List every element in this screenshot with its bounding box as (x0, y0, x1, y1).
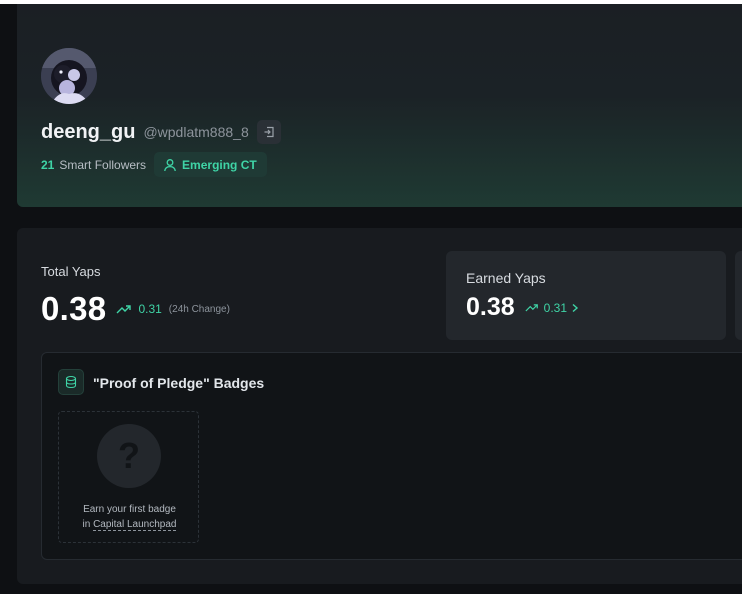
badges-header-icon-box (58, 369, 84, 395)
tier-badge-label: Emerging CT (182, 157, 257, 172)
total-yaps-label: Total Yaps (41, 264, 101, 279)
total-yaps-change: 0.31 (138, 302, 162, 316)
badges-panel: "Proof of Pledge" Badges ? Earn your fir… (41, 352, 742, 560)
coin-stack-icon (65, 375, 77, 389)
user-handle[interactable]: @wpdlatm888_8 (143, 124, 248, 140)
earned-yaps-value: 0.38 (466, 293, 515, 321)
sign-in-button[interactable] (256, 120, 281, 144)
trending-up-icon (525, 304, 538, 312)
empty-badge-slot: ? Earn your first badge in Capital Launc… (58, 411, 199, 543)
yaps-card: Total Yaps 0.38 0.31 (24h Change) Earned… (17, 228, 742, 584)
capital-launchpad-link[interactable]: Capital Launchpad (93, 519, 177, 531)
earned-yaps-row: 0.38 0.31 (466, 293, 579, 322)
empty-badge-prefix: in (82, 519, 91, 530)
badges-title: "Proof of Pledge" Badges (93, 375, 265, 391)
smart-followers-label[interactable]: Smart Followers (59, 158, 146, 172)
total-yaps-value: 0.38 (41, 290, 107, 327)
smart-followers-count[interactable]: 21 (41, 158, 54, 172)
next-stat-card[interactable] (735, 251, 742, 340)
user-icon (164, 158, 176, 171)
empty-badge-line2: in Capital Launchpad (59, 517, 200, 532)
name-row: deeng_gu @wpdlatm888_8 (41, 120, 281, 144)
trending-up-icon (116, 305, 132, 314)
page: deeng_gu @wpdlatm888_8 21 Smart Follower… (0, 0, 742, 594)
total-yaps-change-note: (24h Change) (168, 303, 230, 315)
avatar[interactable] (41, 48, 97, 104)
followers-row: 21 Smart Followers Emerging CT (41, 152, 267, 177)
avatar-image (41, 48, 97, 104)
empty-badge-text: Earn your first badge in Capital Launchp… (59, 502, 200, 532)
earned-yaps-change: 0.31 (543, 300, 568, 315)
sign-in-icon (264, 126, 274, 138)
empty-badge-line1: Earn your first badge (83, 504, 176, 515)
display-name: deeng_gu (41, 120, 136, 143)
earned-yaps-card[interactable]: Earned Yaps 0.38 0.31 (446, 251, 726, 340)
earned-yaps-label: Earned Yaps (466, 270, 546, 286)
total-yaps-row: 0.38 0.31 (24h Change) (41, 290, 230, 328)
tier-badge[interactable]: Emerging CT (154, 152, 267, 177)
question-mark-icon: ? (97, 424, 161, 488)
chevron-right-icon[interactable] (571, 303, 579, 313)
profile-card: deeng_gu @wpdlatm888_8 21 Smart Follower… (17, 4, 742, 207)
